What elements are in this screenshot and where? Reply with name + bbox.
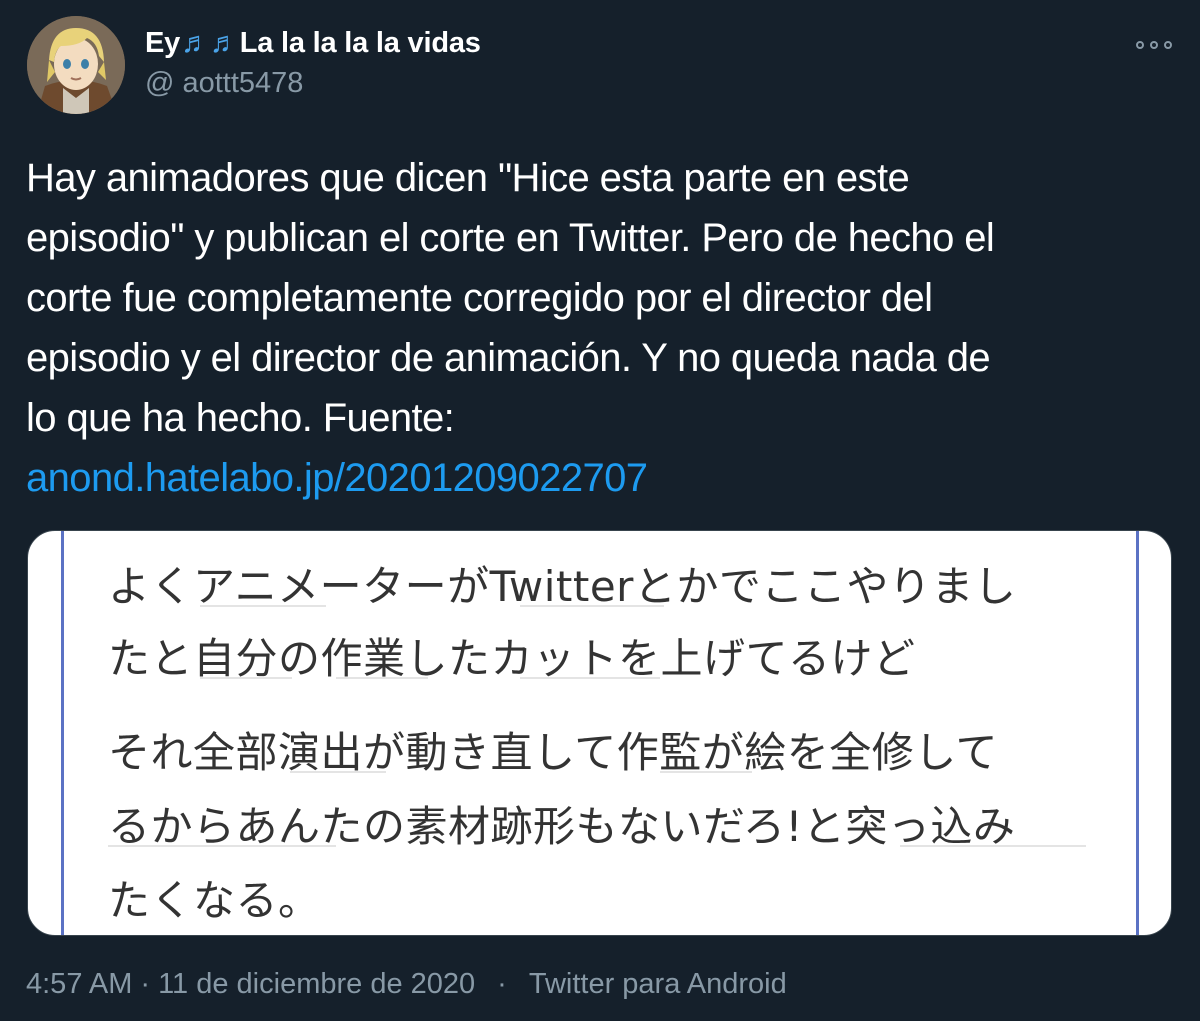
display-name-prefix: Ey: [145, 27, 181, 59]
more-dot: [1150, 41, 1158, 49]
tweet-card: Ey♬♬La la la la la vidas @ aottt5478 Hay…: [0, 0, 1200, 1021]
quote-rule-left: [61, 531, 64, 935]
tweet-time[interactable]: 4:57 AM: [26, 968, 132, 1000]
text-underline: [900, 845, 1086, 847]
media-text-line: それ全部演出が動き直して作監が絵を全修して: [108, 728, 998, 777]
avatar[interactable]: [27, 16, 125, 114]
tweet-source[interactable]: Twitter para Android: [529, 968, 787, 1000]
text-underline: [200, 677, 292, 679]
media-text-line: たくなる。: [108, 876, 321, 925]
tweet-date[interactable]: 11 de diciembre de 2020: [158, 968, 475, 1000]
text-underline: [520, 677, 660, 679]
meta-separator: ·: [497, 968, 507, 1000]
text-underline: [200, 605, 326, 607]
tweet-meta: 4:57 AM · 11 de diciembre de 2020 · Twitter …: [26, 968, 787, 1001]
quote-rule-right: [1136, 531, 1139, 935]
music-notes-icon: ♬♬: [181, 27, 239, 59]
text-underline: [108, 845, 336, 847]
avatar-character-icon: [27, 16, 125, 114]
display-name-suffix: La la la la la vidas: [239, 27, 481, 59]
text-underline: [660, 771, 752, 773]
tweet-text-line: lo que ha hecho. Fuente:: [26, 396, 455, 440]
tweet-text-line: episodio" y publican el corte en Twitter…: [26, 216, 995, 260]
text-underline: [520, 605, 664, 607]
media-image[interactable]: よくアニメーターがTwitterとかでここやりまし たと自分の作業したカットを上…: [27, 530, 1172, 936]
source-link[interactable]: anond.hatelabo.jp/20201209022707: [26, 456, 648, 500]
meta-separator: ·: [140, 968, 151, 1000]
display-name[interactable]: Ey♬♬La la la la la vidas: [145, 27, 481, 60]
text-underline: [336, 677, 428, 679]
more-dot: [1136, 41, 1144, 49]
more-dot: [1164, 41, 1172, 49]
tweet-text: Hay animadores que dicen "Hice esta part…: [26, 148, 1176, 508]
tweet-text-line: corte fue completamente corregido por el…: [26, 276, 933, 320]
tweet-text-line: Hay animadores que dicen "Hice esta part…: [26, 156, 910, 200]
more-options-icon[interactable]: [1136, 38, 1172, 52]
text-underline: [290, 771, 386, 773]
user-handle[interactable]: @ aottt5478: [145, 67, 303, 100]
tweet-text-line: episodio y el director de animación. Y n…: [26, 336, 991, 380]
